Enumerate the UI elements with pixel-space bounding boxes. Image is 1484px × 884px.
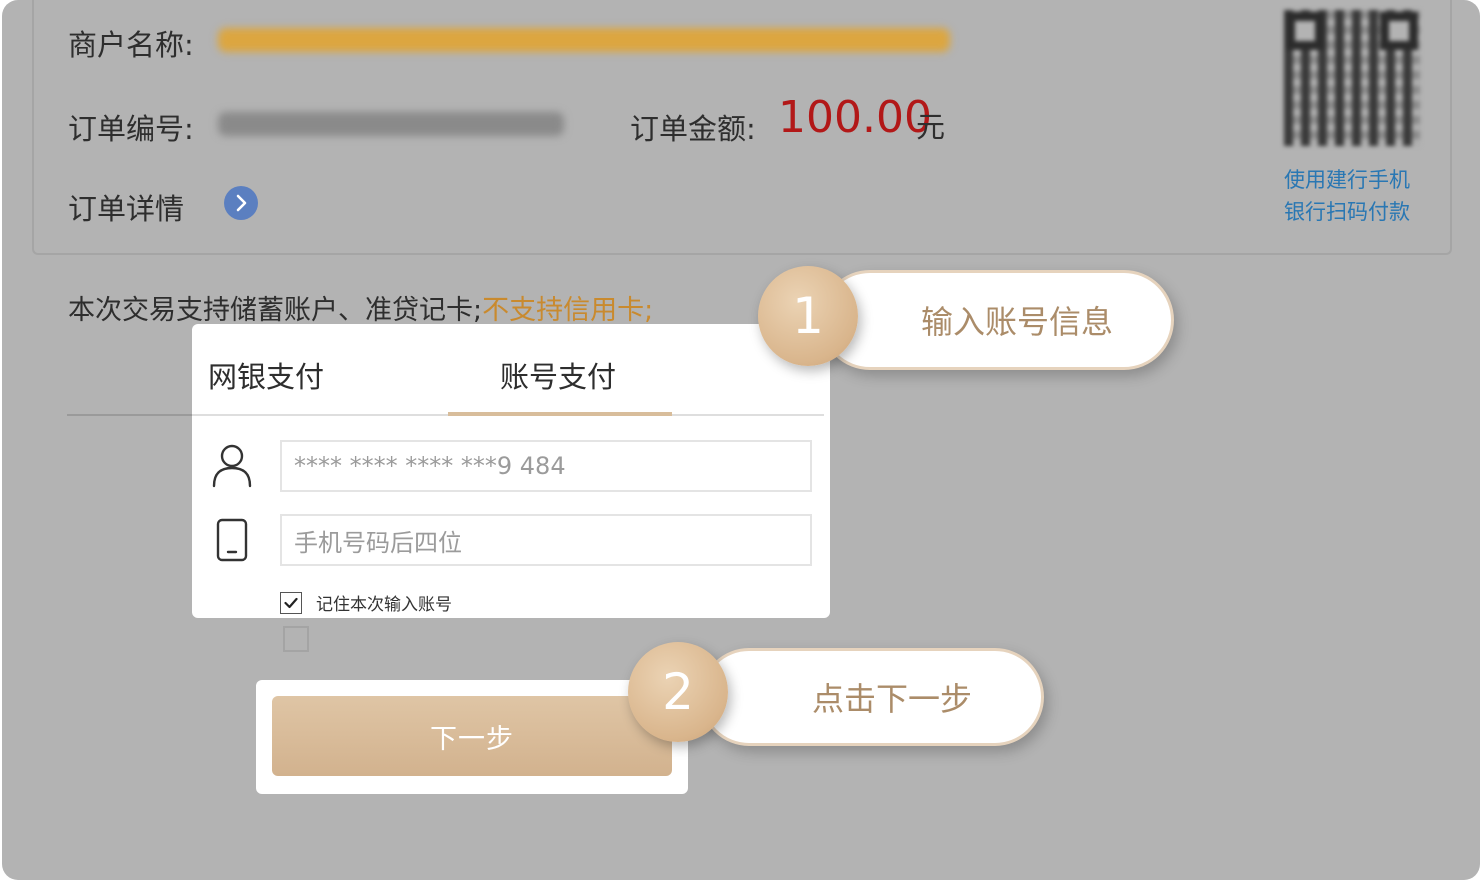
callout-enter-account: 输入账号信息 <box>820 270 1174 370</box>
step-badge-1: 1 <box>758 266 858 366</box>
merchant-label: 商户名称: <box>68 28 194 62</box>
qr-code <box>1284 10 1420 146</box>
active-tab-indicator <box>448 412 672 416</box>
qr-caption-line1: 使用建行手机 <box>1284 168 1410 192</box>
tab-account-payment[interactable]: 账号支付 <box>500 354 616 396</box>
supported-cards-text: 本次交易支持储蓄账户、准贷记卡; <box>68 295 483 326</box>
tab-divider-dimmed <box>67 414 197 416</box>
user-icon <box>210 442 254 490</box>
tab-online-banking[interactable]: 网银支付 <box>208 354 324 396</box>
order-amount-unit: 元 <box>916 110 946 144</box>
order-detail-button[interactable] <box>224 186 258 220</box>
phone-last-four-input[interactable]: 手机号码后四位 <box>280 514 812 566</box>
account-number-value: **** **** **** ***9 484 <box>294 452 566 480</box>
qr-scan-caption[interactable]: 使用建行手机 银行扫码付款 <box>1284 164 1410 228</box>
step-number-1: 1 <box>792 287 824 345</box>
checkbox-dimmed <box>283 626 309 652</box>
account-number-input[interactable]: **** **** **** ***9 484 <box>280 440 812 492</box>
order-detail-label: 订单详情 <box>68 192 185 226</box>
order-amount-label: 订单金额: <box>630 112 756 146</box>
order-number-blurred <box>218 112 564 136</box>
step-badge-2: 2 <box>628 642 728 742</box>
step-number-2: 2 <box>662 663 694 721</box>
remember-account-label: 记住本次输入账号 <box>316 595 452 615</box>
order-number-label: 订单编号: <box>68 112 194 146</box>
mobile-phone-icon <box>214 518 258 566</box>
account-payment-panel: 网银支付 账号支付 **** **** **** ***9 484 手机号码后四… <box>192 324 830 618</box>
remember-account-checkbox[interactable] <box>280 591 302 614</box>
next-step-label: 下一步 <box>430 723 514 755</box>
order-amount-value: 100.00 <box>778 92 932 143</box>
credit-card-warning: 不支持信用卡; <box>482 295 654 326</box>
checkmark-icon <box>284 597 298 608</box>
phone-last-four-placeholder: 手机号码后四位 <box>294 528 462 557</box>
next-button-highlight: 下一步 <box>256 680 688 794</box>
next-step-button[interactable]: 下一步 <box>272 696 672 776</box>
qr-caption-line2: 银行扫码付款 <box>1284 200 1410 224</box>
merchant-name-blurred <box>218 28 950 52</box>
callout-enter-account-text: 输入账号信息 <box>920 303 1113 341</box>
chevron-right-icon <box>236 194 247 212</box>
remember-account-option[interactable]: 记住本次输入账号 <box>280 590 452 615</box>
supported-cards-notice: 本次交易支持储蓄账户、准贷记卡;不支持信用卡; <box>68 288 653 327</box>
callout-click-next-text: 点击下一步 <box>811 680 972 718</box>
callout-click-next: 点击下一步 <box>700 648 1044 746</box>
